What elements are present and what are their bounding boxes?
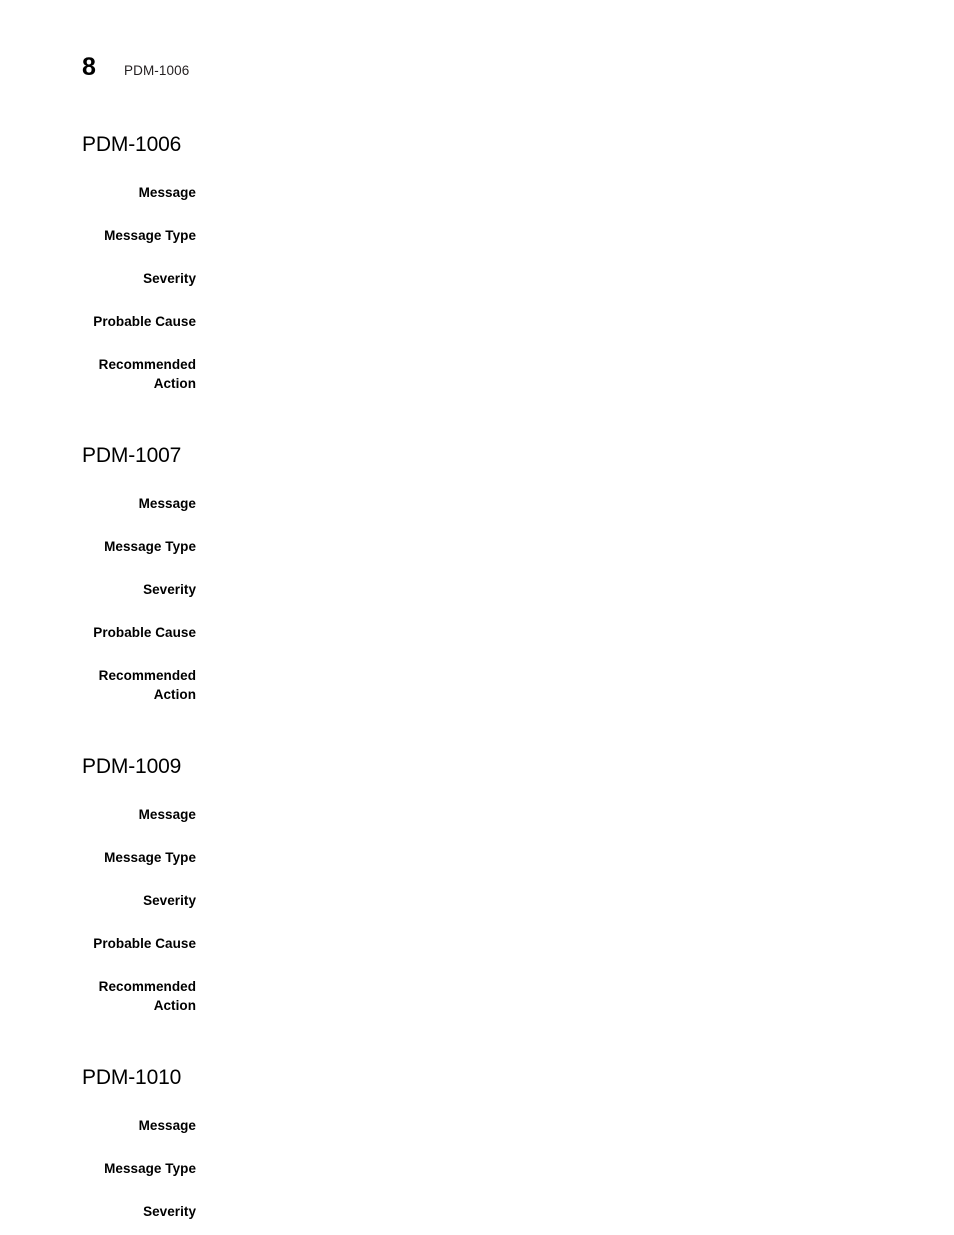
field-value xyxy=(196,623,954,642)
message-code-heading: PDM-1010 xyxy=(82,1066,182,1089)
field-value xyxy=(196,183,954,202)
field-value xyxy=(196,226,954,245)
field-value xyxy=(196,1159,954,1178)
message-field-row: Severity xyxy=(82,269,954,288)
field-value xyxy=(196,891,954,910)
message-field-row: Message Type xyxy=(82,1159,954,1178)
message-field-list: Message Message Type Severity Probable Caus… xyxy=(82,183,954,393)
field-value xyxy=(196,494,954,513)
field-label: Message xyxy=(138,1118,196,1133)
field-label: Message Type xyxy=(104,850,196,865)
field-value xyxy=(196,977,954,996)
field-label: Message Type xyxy=(104,1161,196,1176)
field-value xyxy=(196,312,954,331)
field-label: Severity xyxy=(143,893,196,908)
message-field-list: MessageMessage TypeSeverityProbable Caus… xyxy=(82,1116,954,1235)
message-section: PDM-1009 Message Message Type Severity Proba… xyxy=(0,734,954,1015)
message-field-row: Message xyxy=(82,183,954,202)
field-label: Probable Cause xyxy=(93,314,196,329)
message-field-row: Recommended Action xyxy=(82,977,954,1015)
page-content: PDM-1006 Message Message Type Severity Proba… xyxy=(0,112,954,1235)
field-label: Recommended Action xyxy=(98,668,196,702)
field-value xyxy=(196,666,954,685)
message-field-row: Probable Cause xyxy=(82,312,954,331)
field-value xyxy=(196,580,954,599)
message-field-row: Message xyxy=(82,494,954,513)
message-field-row: Message xyxy=(82,1116,954,1135)
message-field-list: Message Message Type Severity Probable Caus… xyxy=(82,494,954,704)
message-section: PDM-1006 Message Message Type Severity Proba… xyxy=(0,112,954,393)
message-section: PDM-1010MessageMessage TypeSeverityProba… xyxy=(0,1045,954,1235)
field-label: Message Type xyxy=(104,228,196,243)
page-running-header: 8 PDM-1006 xyxy=(82,55,189,89)
field-label: Severity xyxy=(143,271,196,286)
message-field-row: Probable Cause xyxy=(82,934,954,953)
message-field-row: Message Type xyxy=(82,226,954,245)
message-field-row: Recommended Action xyxy=(82,666,954,704)
field-label: Probable Cause xyxy=(93,936,196,951)
field-value xyxy=(196,848,954,867)
field-value xyxy=(196,934,954,953)
message-field-row: Severity xyxy=(82,891,954,910)
message-code-heading: PDM-1006 xyxy=(82,133,182,156)
field-value xyxy=(196,355,954,374)
field-value xyxy=(196,1202,954,1221)
field-value xyxy=(196,269,954,288)
running-header-title: PDM-1006 xyxy=(124,63,190,78)
message-field-list: Message Message Type Severity Probable Caus… xyxy=(82,805,954,1015)
field-label: Message xyxy=(138,496,196,511)
field-label: Severity xyxy=(143,582,196,597)
document-page: 8 PDM-1006 PDM-1006 Message Message Type Se… xyxy=(0,0,954,1235)
message-field-row: Severity xyxy=(82,580,954,599)
field-value xyxy=(196,1116,954,1135)
field-label: Severity xyxy=(143,1204,196,1219)
message-field-row: Probable Cause xyxy=(82,623,954,642)
field-label: Message xyxy=(138,807,196,822)
field-value xyxy=(196,537,954,556)
message-section: PDM-1007 Message Message Type Severity Proba… xyxy=(0,423,954,704)
message-field-row: Message Type xyxy=(82,537,954,556)
field-label: Recommended Action xyxy=(98,979,196,1013)
field-label: Message Type xyxy=(104,539,196,554)
field-label: Message xyxy=(138,185,196,200)
message-field-row: Severity xyxy=(82,1202,954,1221)
field-value xyxy=(196,805,954,824)
message-field-row: Message xyxy=(82,805,954,824)
field-label: Recommended Action xyxy=(98,357,196,391)
message-code-heading: PDM-1009 xyxy=(82,755,182,778)
message-field-row: Message Type xyxy=(82,848,954,867)
field-label: Probable Cause xyxy=(93,625,196,640)
message-field-row: Recommended Action xyxy=(82,355,954,393)
message-code-heading: PDM-1007 xyxy=(82,444,182,467)
page-number: 8 xyxy=(82,53,96,81)
